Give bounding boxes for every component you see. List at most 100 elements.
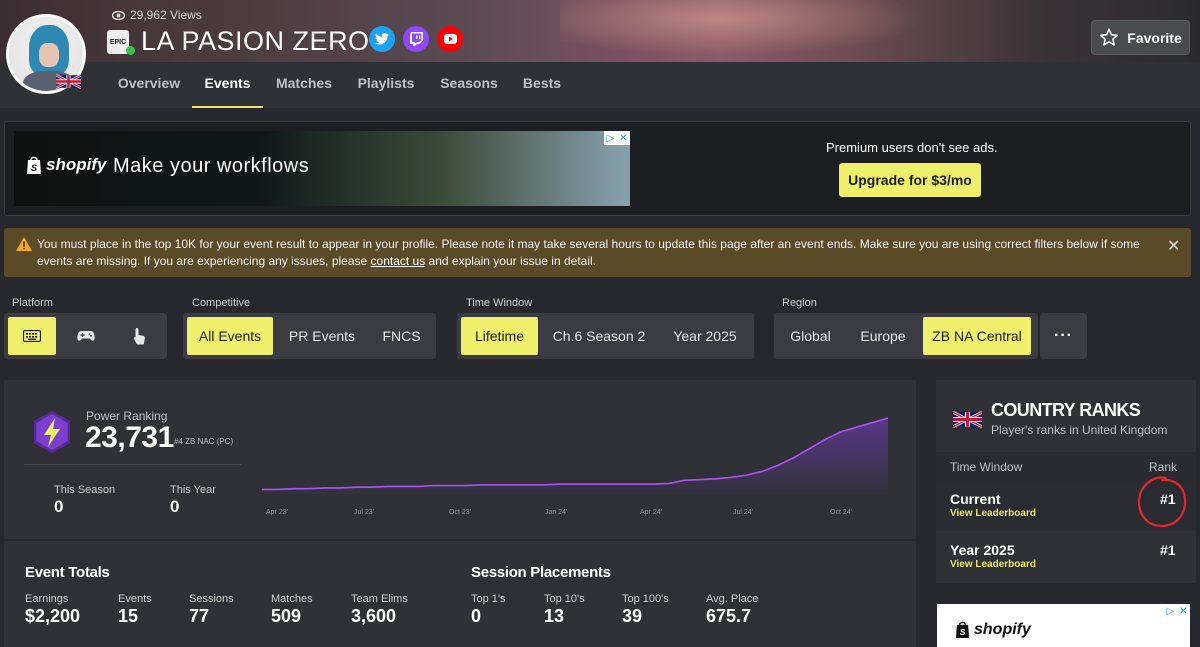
top10-label: Top 10's bbox=[544, 593, 585, 605]
shopify-logo: S shopify bbox=[26, 155, 106, 175]
session-placements-title: Session Placements bbox=[471, 564, 611, 581]
matches-label: Matches bbox=[271, 593, 313, 605]
this-season-label: This Season bbox=[54, 484, 116, 496]
tab-seasons[interactable]: Seasons bbox=[433, 62, 505, 108]
more-options-button[interactable]: ··· bbox=[1040, 313, 1087, 359]
red-annotation-circle bbox=[1137, 476, 1187, 528]
shopify-brand-text: shopify bbox=[46, 155, 107, 174]
events-value: 15 bbox=[118, 606, 139, 626]
filter-europe[interactable]: Europe bbox=[848, 317, 918, 355]
earnings-label: Earnings bbox=[25, 593, 69, 605]
sessions-value: 77 bbox=[189, 606, 210, 626]
platform-label: Platform bbox=[12, 297, 53, 309]
x-tick-label: Jul 23' bbox=[354, 509, 374, 516]
uk-flag-icon bbox=[56, 74, 81, 89]
x-tick-label: Jul 24' bbox=[733, 509, 753, 516]
ad-choices-icon[interactable]: ▷ ✕ bbox=[604, 131, 630, 145]
x-tick-label: Oct 24' bbox=[830, 509, 852, 516]
keyboard-icon[interactable] bbox=[8, 317, 56, 355]
power-ranking-sub: #4 ZB NAC (PC) bbox=[174, 437, 234, 446]
premium-notice: Premium users don't see ads. bbox=[826, 140, 998, 155]
shopify-logo: S shopify bbox=[955, 621, 1031, 639]
region-filter: Global Europe ZB NA Central bbox=[774, 313, 1038, 359]
tab-bests[interactable]: Bests bbox=[514, 62, 570, 108]
alert-message: You must place in the top 10K for your e… bbox=[37, 236, 1147, 270]
verified-icon bbox=[126, 46, 135, 55]
power-ranking-chart[interactable]: Apr 23' Jul 23' Oct 23' Jan 24' Apr 24' Jul 2… bbox=[252, 410, 898, 520]
warning-icon bbox=[16, 237, 32, 251]
sessions-label: Sessions bbox=[189, 593, 234, 605]
team-elims-value: 3,600 bbox=[351, 606, 397, 626]
rank-column: Rank bbox=[1149, 460, 1178, 474]
rank-window-current: Current bbox=[950, 491, 1001, 507]
filter-lifetime[interactable]: Lifetime bbox=[461, 317, 538, 355]
rank-window-year: Year 2025 bbox=[950, 542, 1015, 558]
time-window-column: Time Window bbox=[950, 460, 1023, 474]
chart-area bbox=[262, 418, 888, 494]
x-tick-label: Jan 24' bbox=[545, 509, 567, 516]
top100-value: 39 bbox=[622, 606, 643, 626]
power-ranking-value: 23,731 bbox=[85, 421, 174, 454]
x-tick-label: Apr 24' bbox=[640, 509, 662, 516]
country-ranks-title: COUNTRY RANKS bbox=[991, 400, 1141, 420]
views-count: 29,962 Views bbox=[112, 8, 202, 22]
avg-place-value: 675.7 bbox=[706, 606, 752, 626]
top1-value: 0 bbox=[471, 606, 482, 626]
country-ranks-subtitle: Player's ranks in United Kingdom bbox=[991, 423, 1168, 437]
views-text: 29,962 Views bbox=[130, 8, 202, 22]
events-label: Events bbox=[118, 593, 152, 605]
time-window-filter: Lifetime Ch.6 Season 2 Year 2025 bbox=[457, 313, 754, 359]
view-leaderboard-link[interactable]: View Leaderboard bbox=[950, 508, 1036, 519]
tab-overview[interactable]: Overview bbox=[110, 62, 188, 108]
contact-us-link[interactable]: contact us bbox=[371, 254, 426, 268]
star-icon bbox=[1100, 28, 1119, 46]
filter-fncs[interactable]: FNCS bbox=[371, 317, 432, 355]
matches-value: 509 bbox=[271, 606, 302, 626]
alert-text-end: and explain your issue in detail. bbox=[425, 254, 596, 268]
filter-ch6-season2[interactable]: Ch.6 Season 2 bbox=[543, 317, 655, 355]
svg-text:S: S bbox=[960, 627, 966, 637]
x-tick-label: Oct 23' bbox=[449, 509, 471, 516]
shopify-bag-icon: S bbox=[27, 156, 41, 174]
rank-value-year: #1 bbox=[1160, 542, 1176, 558]
banner-artwork bbox=[560, 0, 960, 62]
upgrade-button[interactable]: Upgrade for $3/mo bbox=[839, 163, 981, 197]
uk-flag-icon bbox=[953, 410, 982, 429]
platform-filter bbox=[4, 313, 167, 359]
twitch-icon[interactable] bbox=[403, 26, 429, 52]
gamepad-icon[interactable] bbox=[60, 317, 112, 355]
filter-pr-events[interactable]: PR Events bbox=[277, 317, 367, 355]
x-tick-label: Apr 23' bbox=[266, 509, 288, 516]
competitive-filter: All Events PR Events FNCS bbox=[183, 313, 436, 359]
tab-playlists[interactable]: Playlists bbox=[350, 62, 422, 108]
tab-events[interactable]: Events bbox=[192, 62, 263, 108]
earnings-value: $2,200 bbox=[25, 606, 81, 626]
this-year-value: 0 bbox=[170, 497, 180, 516]
time-window-label: Time Window bbox=[466, 297, 533, 309]
close-icon[interactable]: ✕ bbox=[1167, 236, 1180, 256]
top1-label: Top 1's bbox=[471, 593, 506, 605]
divider bbox=[4, 539, 916, 541]
ad-headline: Make your workflows bbox=[113, 155, 310, 177]
competitive-label: Competitive bbox=[192, 297, 251, 309]
avatar-face bbox=[39, 43, 59, 67]
filter-all-events[interactable]: All Events bbox=[187, 317, 273, 355]
ad-choices-icon[interactable]: ▷ ✕ bbox=[1164, 604, 1190, 618]
lightning-icon bbox=[34, 411, 70, 453]
favorite-button[interactable]: Favorite bbox=[1091, 20, 1190, 55]
twitter-icon[interactable] bbox=[369, 26, 395, 52]
avg-place-label: Avg. Place bbox=[706, 593, 759, 605]
filter-year-2025[interactable]: Year 2025 bbox=[659, 317, 751, 355]
touch-icon[interactable] bbox=[114, 317, 164, 355]
player-name: LA PASION ZERO bbox=[141, 26, 370, 56]
this-year-label: This Year bbox=[170, 484, 216, 496]
shopify-brand-text: shopify bbox=[974, 621, 1031, 638]
region-label: Region bbox=[782, 297, 817, 309]
filter-global[interactable]: Global bbox=[778, 317, 843, 355]
youtube-icon[interactable] bbox=[437, 26, 463, 52]
shopify-bag-icon: S bbox=[955, 621, 970, 638]
filter-zb-na-central[interactable]: ZB NA Central bbox=[923, 317, 1031, 355]
view-leaderboard-link[interactable]: View Leaderboard bbox=[950, 559, 1036, 570]
top10-value: 13 bbox=[544, 606, 565, 626]
tab-matches[interactable]: Matches bbox=[267, 62, 341, 108]
